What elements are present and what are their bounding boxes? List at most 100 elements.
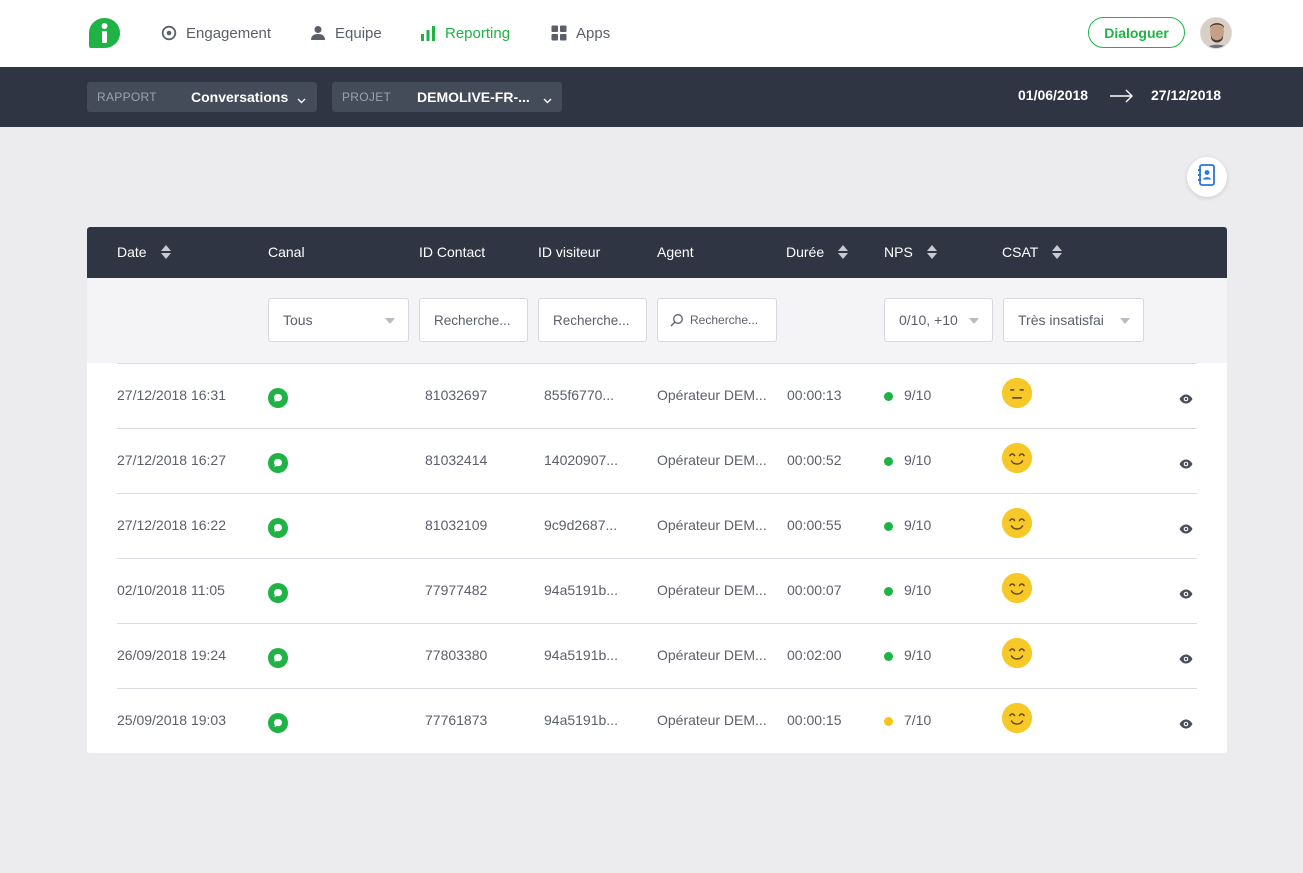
row-duree: 00:00:13 xyxy=(787,387,842,403)
chevron-down-icon xyxy=(543,92,552,104)
table-row[interactable]: 02/10/2018 11:05 77977482 94a5191b... Opéra… xyxy=(117,558,1197,623)
nav-equipe[interactable]: Equipe xyxy=(310,22,382,44)
row-duree: 00:00:07 xyxy=(787,582,842,598)
row-id-contact: 77977482 xyxy=(425,582,488,598)
sort-icon[interactable] xyxy=(838,244,849,260)
nps-status-dot xyxy=(884,587,893,596)
col-nps[interactable]: NPS xyxy=(884,244,937,260)
chat-bubble-icon xyxy=(268,518,288,538)
nps-filter-select[interactable]: 0/10, +10 xyxy=(884,298,993,342)
row-id-visiteur: 14020907... xyxy=(544,452,618,468)
agent-search-input[interactable]: Recherche... xyxy=(657,298,777,342)
col-agent: Agent xyxy=(657,244,694,260)
chat-bubble-icon xyxy=(268,583,288,603)
divider xyxy=(117,752,1197,753)
id-contact-search-input[interactable]: Recherche... xyxy=(419,298,528,342)
table-row[interactable]: 27/12/2018 16:27 81032414 14020907... Opéra… xyxy=(117,428,1197,493)
rapport-label: RAPPORT xyxy=(97,90,157,104)
eye-icon[interactable] xyxy=(1179,456,1193,469)
report-filter-bar: RAPPORT Conversations PROJET DEMOLIVE-FR… xyxy=(0,67,1303,127)
table-header: Date Canal ID Contact ID visiteur Agent … xyxy=(87,227,1227,278)
nps-status-dot xyxy=(884,457,893,466)
dialoguer-button[interactable]: Dialoguer xyxy=(1088,17,1185,48)
col-canal: Canal xyxy=(268,244,305,260)
table-row[interactable]: 27/12/2018 16:31 81032697 855f6770... Opéra… xyxy=(117,363,1197,428)
row-id-contact: 77803380 xyxy=(425,647,488,663)
row-nps: 9/10 xyxy=(904,517,932,533)
nav-engagement[interactable]: Engagement xyxy=(161,22,271,44)
eye-icon[interactable] xyxy=(1179,586,1193,599)
col-id-visiteur-label: ID visiteur xyxy=(538,244,601,260)
caret-down-icon xyxy=(969,318,979,324)
row-nps: 7/10 xyxy=(904,712,932,728)
sort-icon[interactable] xyxy=(160,244,171,260)
col-nps-label: NPS xyxy=(884,244,913,260)
csat-filter-select[interactable]: Très insatisfai xyxy=(1003,298,1144,342)
row-agent: Opérateur DEM... xyxy=(657,582,767,598)
row-duree: 00:02:00 xyxy=(787,647,842,663)
top-navigation: Engagement Equipe Reporting Apps Dialogu… xyxy=(0,0,1303,67)
eye-icon[interactable] xyxy=(1179,521,1193,534)
projet-value: DEMOLIVE-FR-... xyxy=(417,89,530,105)
smile-face-icon xyxy=(1002,508,1032,538)
nps-status-dot xyxy=(884,652,893,661)
chat-bubble-icon xyxy=(268,453,288,473)
agent-placeholder: Recherche... xyxy=(690,313,759,327)
nps-filter-value: 0/10, +10 xyxy=(899,312,958,328)
avatar[interactable] xyxy=(1200,17,1232,49)
sort-icon[interactable] xyxy=(926,244,937,260)
nps-status-dot xyxy=(884,717,893,726)
chevron-down-icon xyxy=(297,92,306,104)
eye-icon[interactable] xyxy=(1179,716,1193,729)
canal-filter-select[interactable]: Tous xyxy=(268,298,409,342)
nav-apps[interactable]: Apps xyxy=(551,22,610,44)
col-id-contact: ID Contact xyxy=(419,244,485,260)
contacts-button[interactable] xyxy=(1187,157,1227,197)
chat-bubble-icon xyxy=(268,648,288,668)
row-id-contact: 81032414 xyxy=(425,452,488,468)
date-end[interactable]: 27/12/2018 xyxy=(1151,87,1221,107)
col-date[interactable]: Date xyxy=(117,244,171,260)
nav-reporting-label: Reporting xyxy=(445,24,511,42)
grid-icon xyxy=(551,25,567,41)
eye-icon[interactable] xyxy=(1179,651,1193,664)
nav-reporting[interactable]: Reporting xyxy=(420,22,510,44)
row-id-contact: 81032697 xyxy=(425,387,488,403)
id-visiteur-placeholder: Recherche... xyxy=(553,312,630,328)
rapport-select[interactable]: RAPPORT Conversations xyxy=(87,82,317,112)
table-row[interactable]: 25/09/2018 19:03 77761873 94a5191b... Opéra… xyxy=(117,688,1197,753)
col-csat-label: CSAT xyxy=(1002,244,1039,260)
app-logo[interactable] xyxy=(88,17,121,49)
col-canal-label: Canal xyxy=(268,244,305,260)
address-book-icon xyxy=(1197,163,1217,191)
projet-label: PROJET xyxy=(342,90,392,104)
row-id-visiteur: 94a5191b... xyxy=(544,647,618,663)
row-nps: 9/10 xyxy=(904,387,932,403)
table-row[interactable]: 26/09/2018 19:24 77803380 94a5191b... Opéra… xyxy=(117,623,1197,688)
row-duree: 00:00:52 xyxy=(787,452,842,468)
col-agent-label: Agent xyxy=(657,244,694,260)
target-icon xyxy=(161,25,177,41)
row-nps: 9/10 xyxy=(904,582,932,598)
sort-icon[interactable] xyxy=(1052,244,1063,260)
col-duree-label: Durée xyxy=(786,244,825,260)
chat-bubble-icon xyxy=(268,388,288,408)
row-id-visiteur: 94a5191b... xyxy=(544,712,618,728)
table-row[interactable]: 27/12/2018 16:22 81032109 9c9d2687... Opéra… xyxy=(117,493,1197,558)
row-agent: Opérateur DEM... xyxy=(657,387,767,403)
col-duree[interactable]: Durée xyxy=(786,244,849,260)
row-nps: 9/10 xyxy=(904,452,932,468)
nav-engagement-label: Engagement xyxy=(186,24,272,42)
row-nps: 9/10 xyxy=(904,647,932,663)
col-csat[interactable]: CSAT xyxy=(1002,244,1063,260)
eye-icon[interactable] xyxy=(1179,391,1193,404)
date-start[interactable]: 01/06/2018 xyxy=(1018,87,1088,107)
projet-select[interactable]: PROJET DEMOLIVE-FR-... xyxy=(332,82,562,112)
col-id-visiteur: ID visiteur xyxy=(538,244,600,260)
nps-status-dot xyxy=(884,392,893,401)
row-date: 25/09/2018 19:03 xyxy=(117,712,226,728)
id-visiteur-search-input[interactable]: Recherche... xyxy=(538,298,647,342)
row-agent: Opérateur DEM... xyxy=(657,647,767,663)
row-id-contact: 77761873 xyxy=(425,712,488,728)
smile-face-icon xyxy=(1002,703,1032,733)
